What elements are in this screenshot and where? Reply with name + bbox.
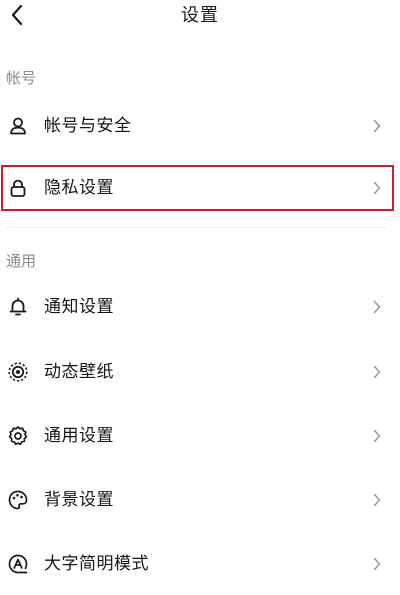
settings-item-account-security[interactable]: 帐号与安全 xyxy=(0,101,392,151)
settings-item-label: 通知设置 xyxy=(44,297,114,317)
bell-icon xyxy=(6,295,30,319)
palette-icon xyxy=(6,488,30,512)
settings-item-large-text-mode[interactable]: 大字简明模式 xyxy=(0,539,392,589)
lock-icon xyxy=(6,176,30,200)
user-icon xyxy=(6,114,30,138)
section-label-account: 帐号 xyxy=(6,69,37,87)
chevron-right-icon xyxy=(370,429,384,443)
settings-item-notifications[interactable]: 通知设置 xyxy=(0,282,392,332)
settings-item-live-wallpaper[interactable]: 动态壁纸 xyxy=(0,347,392,397)
settings-item-label: 隐私设置 xyxy=(44,178,114,198)
chevron-right-icon xyxy=(370,557,384,571)
section-divider xyxy=(6,227,386,228)
settings-item-label: 通用设置 xyxy=(44,426,114,446)
chevron-right-icon xyxy=(370,181,384,195)
text-mode-icon xyxy=(6,552,30,576)
settings-item-label: 背景设置 xyxy=(44,490,114,510)
gear-icon xyxy=(6,424,30,448)
settings-item-general[interactable]: 通用设置 xyxy=(0,411,392,461)
settings-item-privacy[interactable]: 隐私设置 xyxy=(0,163,392,213)
settings-item-label: 动态壁纸 xyxy=(44,362,114,382)
section-label-general: 通用 xyxy=(6,252,37,270)
header: 设置 xyxy=(0,0,400,34)
chevron-right-icon xyxy=(370,119,384,133)
chevron-right-icon xyxy=(370,493,384,507)
chevron-right-icon xyxy=(370,300,384,314)
page-title: 设置 xyxy=(181,5,219,26)
settings-item-background[interactable]: 背景设置 xyxy=(0,475,392,525)
settings-item-label: 帐号与安全 xyxy=(44,116,132,136)
settings-item-label: 大字简明模式 xyxy=(44,554,149,574)
live-wallpaper-icon xyxy=(6,360,30,384)
chevron-right-icon xyxy=(370,365,384,379)
settings-page: 设置 帐号 帐号与安全 隐私设置 通用 通知设置 动态壁纸 通用设置 背景设置 … xyxy=(0,0,400,595)
